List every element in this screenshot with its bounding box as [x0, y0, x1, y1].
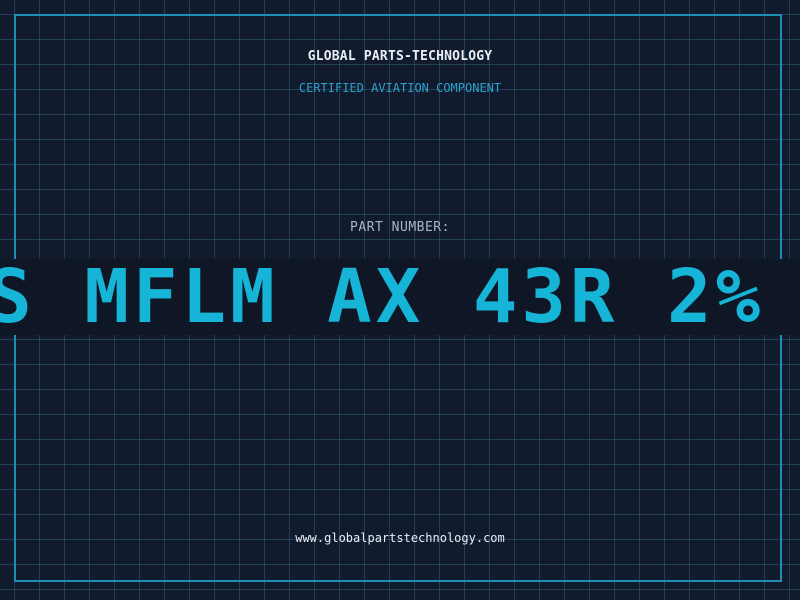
company-name: GLOBAL PARTS-TECHNOLOGY [307, 49, 493, 64]
certificate-card: GLOBAL PARTS-TECHNOLOGY CERTIFIED AVIATI… [0, 0, 800, 600]
part-number-value: ES MFLM AX 43R 2% A [0, 259, 800, 335]
certification-subtitle: CERTIFIED AVIATION COMPONENT [298, 81, 502, 95]
part-number-label: PART NUMBER: [350, 220, 450, 235]
part-number-band: ES MFLM AX 43R 2% A [0, 259, 800, 335]
website-url: www.globalpartstechnology.com [295, 531, 505, 545]
